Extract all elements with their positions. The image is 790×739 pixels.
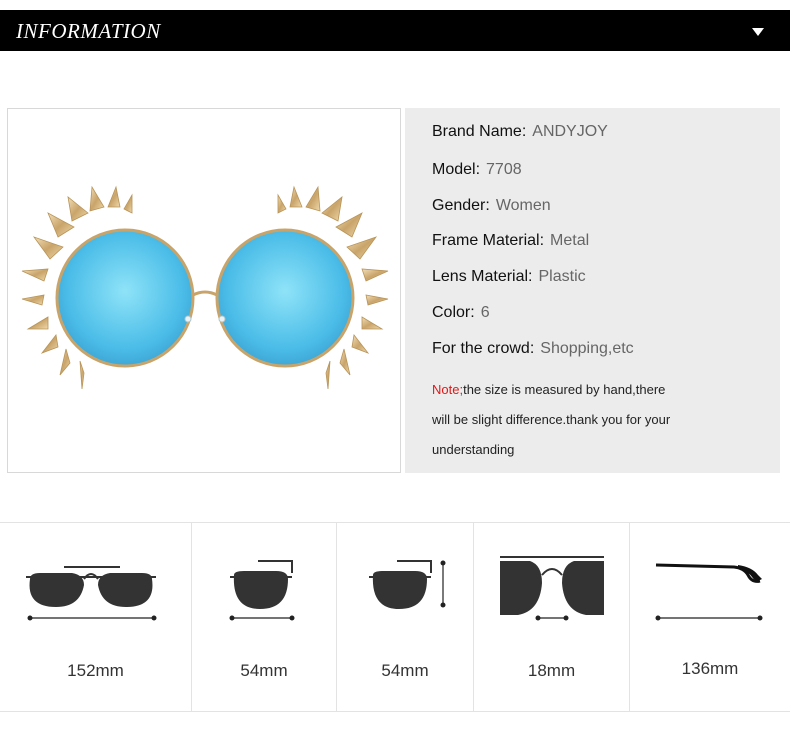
measure-temple-length: 136mm xyxy=(630,523,790,711)
measure-lens-height: 54mm xyxy=(337,523,473,711)
note-prefix: Note; xyxy=(432,382,464,397)
frame-width-icon xyxy=(26,566,157,621)
triangle-down-icon[interactable] xyxy=(752,28,764,36)
spec-value: Women xyxy=(495,197,551,214)
temple-length-icon xyxy=(655,563,763,621)
measure-label: 54mm xyxy=(381,661,429,680)
spec-value: Shopping,etc xyxy=(540,340,634,357)
spec-label: Model: xyxy=(432,161,481,178)
spec-gender: Gender: Women xyxy=(432,197,551,215)
spec-value: 6 xyxy=(480,304,490,321)
spec-label: Brand Name: xyxy=(432,123,527,140)
spec-label: Frame Material: xyxy=(432,232,545,249)
note-line-2: will be slight difference.thank you for … xyxy=(432,412,671,427)
lens-width-icon xyxy=(229,560,295,621)
section-title: INFORMATION xyxy=(16,19,161,43)
spec-frame-material: Frame Material: Metal xyxy=(432,232,589,250)
note-line-3: understanding xyxy=(432,442,515,457)
lens-height-icon xyxy=(369,560,446,609)
measure-frame-width: 152mm xyxy=(0,523,191,711)
spec-color: Color: 6 xyxy=(432,304,490,322)
spec-label: Color: xyxy=(432,304,475,321)
product-image xyxy=(7,108,401,473)
note-text: the size is measured by hand,there xyxy=(463,382,666,397)
measure-label: 152mm xyxy=(67,661,124,680)
measure-label: 54mm xyxy=(240,661,288,680)
measure-label: 136mm xyxy=(681,659,739,678)
measure-bridge-width: 18mm xyxy=(474,523,629,711)
measure-label: 18mm xyxy=(527,661,576,680)
information-header[interactable]: INFORMATION xyxy=(0,10,790,51)
sunglasses-icon xyxy=(21,185,389,390)
spec-label: Lens Material: xyxy=(432,268,533,285)
spec-crowd: For the crowd: Shopping,etc xyxy=(432,340,634,358)
spec-brand: Brand Name: ANDYJOY xyxy=(432,123,608,141)
measurement-strip: 152mm 54mm 54mm 18mm 136mm xyxy=(0,522,790,712)
measure-lens-width: 54mm xyxy=(192,523,336,711)
spec-panel: Brand Name: ANDYJOY Model: 7708 Gender: Wom… xyxy=(405,108,780,473)
spec-model: Model: 7708 xyxy=(432,161,522,179)
spec-value: Metal xyxy=(550,232,590,249)
spec-value: 7708 xyxy=(486,161,522,178)
spec-value: Plastic xyxy=(538,268,586,285)
spec-value: ANDYJOY xyxy=(532,123,608,140)
bridge-width-icon xyxy=(500,556,604,621)
spec-lens-material: Lens Material: Plastic xyxy=(432,268,586,286)
spec-label: For the crowd: xyxy=(432,340,535,357)
note-line-1: Note;the size is measured by hand,there xyxy=(432,382,665,397)
spec-label: Gender: xyxy=(432,197,490,214)
